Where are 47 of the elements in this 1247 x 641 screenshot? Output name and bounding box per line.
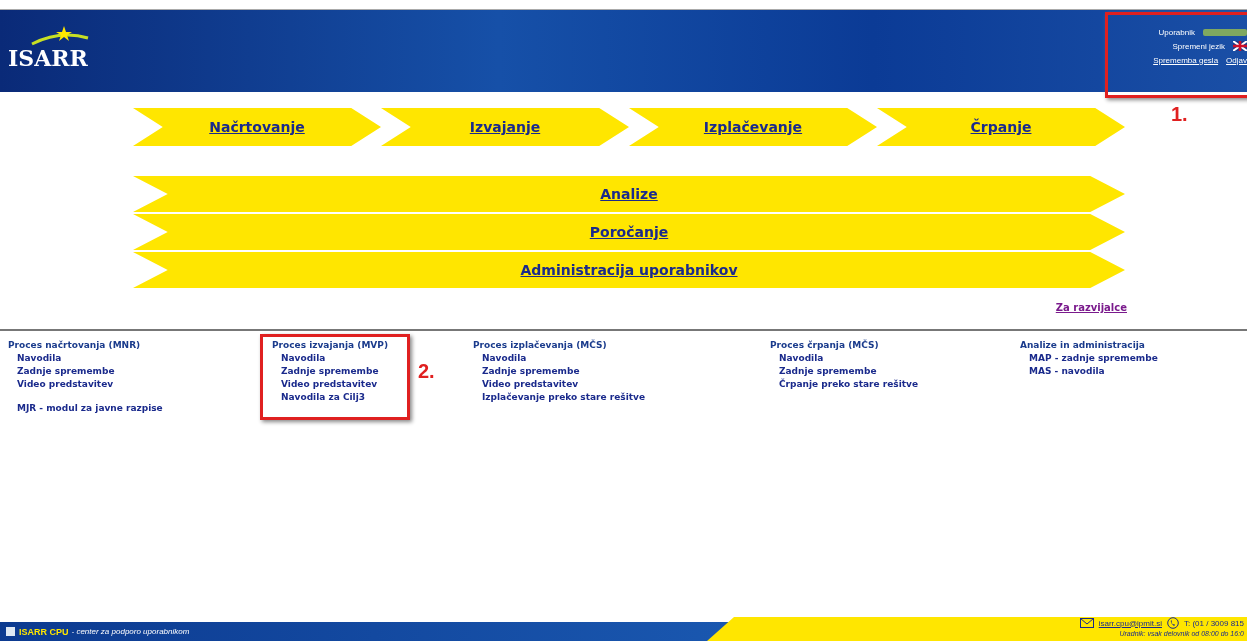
flag-icon xyxy=(1233,41,1247,51)
help-link[interactable]: Video predstavitev xyxy=(272,378,388,390)
tagline-text: - center za podporo uporabnikom xyxy=(71,627,190,636)
callout-number: 1. xyxy=(1171,103,1188,126)
help-link[interactable]: Video predstavitev xyxy=(8,378,163,390)
change-language-link[interactable]: Spremeni jezik xyxy=(1172,41,1225,51)
help-link[interactable]: MAP - zadnje spremembe xyxy=(1020,352,1158,364)
help-icon xyxy=(6,627,15,636)
blurred-username xyxy=(1203,28,1247,36)
column-heading: Proces izplačevanja (MČS) xyxy=(473,339,608,351)
brand-text: ISARR CPU xyxy=(19,626,69,637)
help-link[interactable]: Navodila xyxy=(770,352,918,364)
column-heading: Proces izvajanja (MVP) xyxy=(272,339,388,351)
change-password-link[interactable]: Sprememba gesla xyxy=(1153,55,1219,65)
section-banner[interactable]: Analize xyxy=(133,176,1125,212)
email-link[interactable]: isarr.cpu@ipmit.si xyxy=(1098,618,1162,628)
logout-link[interactable]: Odjav xyxy=(1226,55,1247,65)
section-banner[interactable]: Poročanje xyxy=(133,214,1125,250)
help-link[interactable]: Video predstavitev xyxy=(473,378,645,390)
help-link[interactable]: Navodila xyxy=(8,352,163,364)
column-heading: Analize in administracija xyxy=(1020,339,1146,351)
help-link[interactable]: Navodila xyxy=(272,352,388,364)
callout-number: 2. xyxy=(418,360,435,383)
phone-icon xyxy=(1166,617,1179,629)
logo-text: ISARR xyxy=(8,46,89,70)
section-banner[interactable]: Administracija uporabnikov xyxy=(133,252,1125,288)
help-link[interactable]: Zadnje spremembe xyxy=(770,365,918,377)
process-tab[interactable]: Črpanje xyxy=(877,108,1125,146)
help-link[interactable]: Zadnje spremembe xyxy=(272,365,388,377)
help-link[interactable]: Zadnje spremembe xyxy=(8,365,163,377)
help-link[interactable]: MJR - modul za javne razpise xyxy=(8,402,163,414)
help-link[interactable]: Izplačevanje preko stare rešitve xyxy=(473,391,645,403)
star-swoosh-icon xyxy=(30,24,90,46)
developer-link[interactable]: Za razvijalce xyxy=(1055,302,1127,313)
column-heading: Proces načrtovanja (MNR) xyxy=(8,339,142,351)
help-link[interactable]: Zadnje spremembe xyxy=(473,365,645,377)
process-tab[interactable]: Izplačevanje xyxy=(629,108,877,146)
mail-icon xyxy=(1079,618,1094,628)
help-link[interactable]: Navodila xyxy=(473,352,645,364)
column-heading: Proces črpanja (MČS) xyxy=(770,339,880,351)
help-link[interactable]: Črpanje preko stare rešitve xyxy=(770,378,918,390)
user-label: Uporabnik xyxy=(1158,27,1195,37)
process-tab[interactable]: Izvajanje xyxy=(381,108,629,146)
process-tab[interactable]: Načrtovanje xyxy=(133,108,381,146)
phone-number: T: (01 / 3009 815 xyxy=(1183,618,1244,628)
help-link[interactable]: Navodila za Cilj3 xyxy=(272,391,388,403)
help-link[interactable]: MAS - navodila xyxy=(1020,365,1158,377)
